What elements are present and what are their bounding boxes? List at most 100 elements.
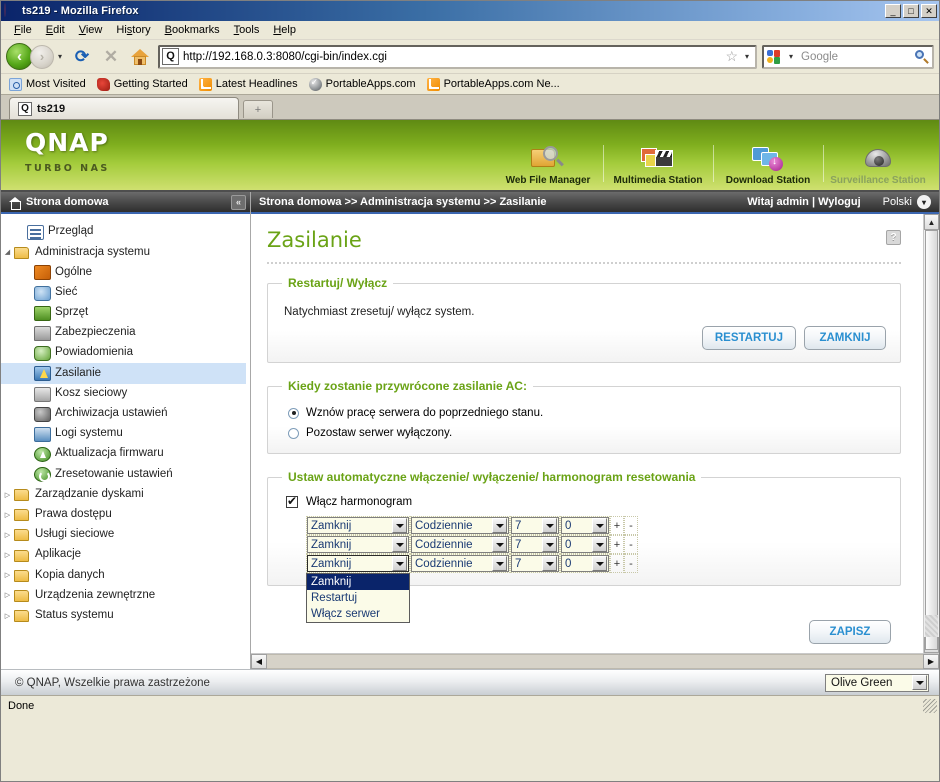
dropdown-option-restartuj[interactable]: Restartuj	[307, 590, 409, 606]
sidebar-item-status-systemu[interactable]: ▷ Status systemu	[1, 606, 246, 626]
remove-row-cell[interactable]: -	[624, 554, 638, 573]
dropdown-option-wlacz-serwer[interactable]: Włącz serwer	[307, 606, 409, 622]
action-dropdown-options[interactable]: Zamknij Restartuj Włącz serwer	[306, 573, 410, 623]
sidebar-item-aplikacje[interactable]: ▷ Aplikacje	[1, 545, 246, 565]
help-button[interactable]: ?	[886, 230, 901, 245]
hour-select-0[interactable]: 7	[511, 517, 559, 534]
twisty-icon[interactable]: ▷	[1, 591, 14, 599]
action-select-0[interactable]: Zamknij	[307, 517, 409, 534]
forward-button[interactable]: ›	[30, 44, 54, 69]
sidebar-item-przeglad[interactable]: Przegląd	[1, 222, 246, 242]
bookmark-portableapps[interactable]: PortableApps.com	[307, 77, 421, 92]
hscroll-track[interactable]	[267, 654, 923, 669]
remove-row-cell[interactable]: -	[624, 516, 638, 535]
chevron-down-icon[interactable]	[542, 556, 557, 571]
add-row-button[interactable]: +	[611, 520, 623, 532]
scroll-right-button[interactable]: ▶	[923, 654, 939, 669]
add-row-button[interactable]: +	[611, 558, 623, 570]
add-row-cell[interactable]: +	[610, 554, 624, 573]
scroll-track[interactable]	[924, 230, 939, 650]
sidebar-item-powiadomienia[interactable]: Powiadomienia	[1, 343, 246, 363]
shutdown-button[interactable]: ZAMKNIJ	[804, 326, 886, 350]
sidebar-item-administracja-systemu[interactable]: ◢ Administracja systemu	[1, 242, 246, 262]
remove-row-button[interactable]: -	[625, 558, 637, 570]
radio-resume-previous[interactable]: Wznów pracę serwera do poprzedniego stan…	[288, 407, 886, 419]
chevron-down-icon[interactable]	[492, 518, 507, 533]
menu-tools[interactable]: Tools	[227, 22, 267, 38]
sidebar-item-zasilanie[interactable]: Zasilanie	[1, 363, 246, 384]
chevron-down-icon[interactable]	[592, 518, 607, 533]
frequency-select-0[interactable]: Codziennie	[411, 517, 509, 534]
radio-button[interactable]	[288, 407, 299, 419]
new-tab-button[interactable]: +	[243, 100, 273, 118]
content-horizontal-scrollbar[interactable]: ◀ ▶	[251, 653, 939, 669]
action-select-2[interactable]: Zamknij	[307, 555, 409, 572]
stop-icon[interactable]: ✕	[98, 44, 124, 70]
sidebar-collapse-button[interactable]: «	[231, 194, 246, 210]
add-row-cell[interactable]: +	[610, 535, 624, 554]
sidebar-item-archiwizacja-ustawien[interactable]: Archiwizacja ustawień	[1, 404, 246, 424]
back-button[interactable]: ‹	[6, 43, 33, 70]
sidebar-item-zresetowanie-ustawien[interactable]: Zresetowanie ustawień	[1, 464, 246, 484]
maximize-button[interactable]: □	[903, 4, 919, 18]
minute-select-0[interactable]: 0	[561, 517, 609, 534]
twisty-icon[interactable]: ▷	[1, 551, 14, 559]
sidebar-item-ogolne[interactable]: Ogólne	[1, 262, 246, 282]
dropdown-option-zamknij[interactable]: Zamknij	[307, 574, 409, 590]
remove-row-cell[interactable]: -	[624, 535, 638, 554]
app-surveillance-station[interactable]: Surveillance Station	[823, 137, 933, 190]
sidebar-item-prawa-dostepu[interactable]: ▷ Prawa dostępu	[1, 505, 246, 525]
enable-schedule-row[interactable]: Włącz harmonogram	[286, 494, 886, 508]
restart-button[interactable]: RESTARTUJ	[701, 326, 796, 350]
twisty-open-icon[interactable]: ◢	[1, 248, 14, 256]
app-multimedia-station[interactable]: Multimedia Station	[603, 137, 713, 190]
chevron-down-icon[interactable]	[492, 537, 507, 552]
sidebar-item-siec[interactable]: Sieć	[1, 283, 246, 303]
save-button[interactable]: ZAPISZ	[809, 620, 891, 644]
action-select-1[interactable]: Zamknij	[307, 536, 409, 553]
minute-select-2[interactable]: 0	[561, 555, 609, 572]
app-web-file-manager[interactable]: Web File Manager	[493, 137, 603, 190]
home-icon[interactable]	[127, 44, 153, 70]
bookmark-getting-started[interactable]: Getting Started	[95, 77, 193, 92]
menu-history[interactable]: History	[109, 22, 157, 38]
search-input[interactable]: Google	[797, 51, 915, 63]
radio-button[interactable]	[288, 427, 299, 439]
chevron-down-icon[interactable]	[492, 556, 507, 571]
frequency-select-2[interactable]: Codziennie	[411, 555, 509, 572]
sidebar-item-zarzadzanie-dyskami[interactable]: ▷ Zarządzanie dyskami	[1, 484, 246, 504]
search-bar[interactable]: ▾ Google	[762, 44, 934, 69]
sidebar-item-urzadzenia-zewnetrzne[interactable]: ▷ Urządzenia zewnętrzne	[1, 585, 246, 605]
chevron-down-icon[interactable]	[392, 518, 407, 533]
bookmark-most-visited[interactable]: Most Visited	[7, 77, 91, 92]
reload-icon[interactable]: ⟳	[69, 44, 95, 70]
search-engine-dropdown-icon[interactable]: ▾	[785, 52, 797, 61]
tab-ts219[interactable]: Q ts219	[9, 97, 239, 119]
menu-bookmarks[interactable]: Bookmarks	[158, 22, 227, 38]
sidebar-item-sprzet[interactable]: Sprzęt	[1, 303, 246, 323]
scroll-left-button[interactable]: ◀	[251, 654, 267, 669]
url-dropdown-icon[interactable]: ▾	[741, 52, 753, 61]
language-selector[interactable]: Polski ▾	[883, 195, 931, 209]
chevron-down-icon[interactable]	[542, 537, 557, 552]
radio-keep-off[interactable]: Pozostaw serwer wyłączony.	[288, 427, 886, 439]
chevron-down-icon[interactable]	[592, 556, 607, 571]
resize-grip[interactable]	[923, 698, 937, 713]
twisty-icon[interactable]: ▷	[1, 511, 14, 519]
content-vertical-scrollbar[interactable]: ▲ ▼	[923, 214, 939, 653]
menu-edit[interactable]: Edit	[39, 22, 72, 38]
menu-view[interactable]: View	[72, 22, 110, 38]
twisty-icon[interactable]: ▷	[1, 571, 14, 579]
sidebar-item-zabezpieczenia[interactable]: Zabezpieczenia	[1, 323, 246, 343]
chevron-down-icon[interactable]: ▾	[917, 195, 931, 209]
add-row-button[interactable]: +	[611, 539, 623, 551]
add-row-cell[interactable]: +	[610, 516, 624, 535]
bookmark-portableapps-news[interactable]: PortableApps.com Ne...	[425, 77, 565, 92]
sidebar-item-uslugi-sieciowe[interactable]: ▷ Usługi sieciowe	[1, 525, 246, 545]
bookmark-latest-headlines[interactable]: Latest Headlines	[197, 77, 303, 92]
url-input[interactable]: http://192.168.0.3:8080/cgi-bin/index.cg…	[183, 51, 722, 63]
sidebar-item-logi-systemu[interactable]: Logi systemu	[1, 424, 246, 444]
chevron-down-icon[interactable]	[392, 556, 407, 571]
close-button[interactable]: ✕	[921, 4, 937, 18]
scroll-up-button[interactable]: ▲	[924, 214, 939, 230]
